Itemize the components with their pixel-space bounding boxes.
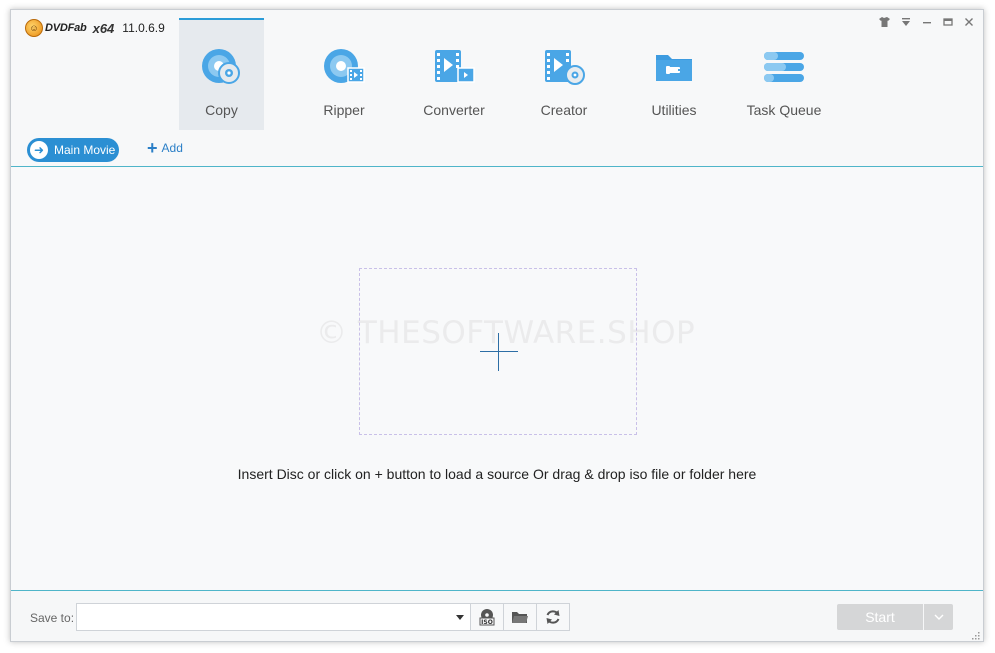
bottom-bar: Save to: ISO Start [11, 590, 983, 641]
film-creator-icon [542, 46, 586, 90]
browse-folder-button[interactable] [504, 603, 537, 631]
tab-creator-label: Creator [540, 102, 588, 118]
refresh-button[interactable] [537, 603, 570, 631]
dvdfab-logo-icon: ☺ [25, 19, 43, 37]
tab-copy[interactable]: Copy [179, 18, 264, 130]
save-as-iso-button[interactable]: ISO [471, 603, 504, 631]
skin-shirt-icon[interactable] [874, 14, 895, 30]
tab-converter-label: Converter [423, 102, 485, 118]
app-window: ☺ DVDFab x64 11.0.6.9 Copy Ripper Conver… [10, 9, 984, 642]
start-options-button[interactable] [924, 604, 953, 630]
module-tabs: Copy Ripper Converter Creator Utilities … [179, 18, 839, 130]
save-to-combo[interactable] [76, 603, 471, 631]
tab-utilities-label: Utilities [651, 102, 697, 118]
disc-ripper-icon [322, 46, 366, 90]
maximize-icon[interactable] [937, 14, 958, 30]
refresh-icon [546, 610, 560, 624]
menu-dropdown-icon[interactable] [895, 14, 916, 30]
main-movie-button[interactable]: ➜ Main Movie [27, 138, 119, 162]
close-icon[interactable] [958, 14, 979, 30]
tab-task-queue[interactable]: Task Queue [729, 18, 839, 130]
iso-disc-icon: ISO [479, 609, 495, 626]
window-controls [874, 14, 979, 30]
app-arch: x64 [92, 20, 115, 36]
tab-utilities[interactable]: Utilities [619, 18, 729, 130]
tab-ripper-label: Ripper [323, 102, 365, 118]
tab-ripper[interactable]: Ripper [289, 18, 399, 130]
toolbox-folder-icon [652, 46, 696, 90]
add-cross-icon-h [480, 351, 518, 352]
plus-icon: + [147, 138, 158, 158]
save-to-label: Save to: [30, 611, 75, 625]
drop-zone[interactable] [359, 268, 637, 435]
tab-converter[interactable]: Converter [399, 18, 509, 130]
top-toolbar: ☺ DVDFab x64 11.0.6.9 Copy Ripper Conver… [11, 10, 983, 131]
arrow-right-icon: ➜ [30, 141, 48, 159]
chevron-down-icon [934, 614, 943, 620]
watermark: © THESOFTWARE.SHOP [316, 315, 696, 351]
save-target-buttons: ISO [471, 603, 570, 631]
tab-task-queue-label: Task Queue [746, 102, 822, 118]
minimize-icon[interactable] [916, 14, 937, 30]
task-queue-icon [762, 46, 806, 90]
tab-copy-label: Copy [205, 102, 238, 118]
start-button[interactable]: Start [837, 604, 923, 630]
disc-copy-icon [200, 46, 244, 90]
folder-open-icon [512, 612, 528, 623]
logo-text: DVDFab [45, 22, 87, 34]
drop-hint-text: Insert Disc or click on + button to load… [237, 466, 757, 482]
tab-creator[interactable]: Creator [509, 18, 619, 130]
film-converter-icon [432, 46, 476, 90]
sub-toolbar: ➜ Main Movie + Add [11, 131, 983, 167]
add-source-button[interactable]: + Add [147, 138, 183, 158]
app-version: 11.0.6.9 [122, 21, 165, 35]
resize-grip-icon[interactable] [970, 630, 980, 640]
svg-text:ISO: ISO [481, 619, 493, 626]
app-logo: ☺ DVDFab x64 11.0.6.9 [25, 18, 165, 38]
dropdown-arrow-icon[interactable] [456, 615, 464, 620]
add-label: Add [161, 141, 183, 155]
source-area: © THESOFTWARE.SHOP Insert Disc or click … [11, 168, 983, 590]
main-movie-label: Main Movie [54, 143, 116, 157]
